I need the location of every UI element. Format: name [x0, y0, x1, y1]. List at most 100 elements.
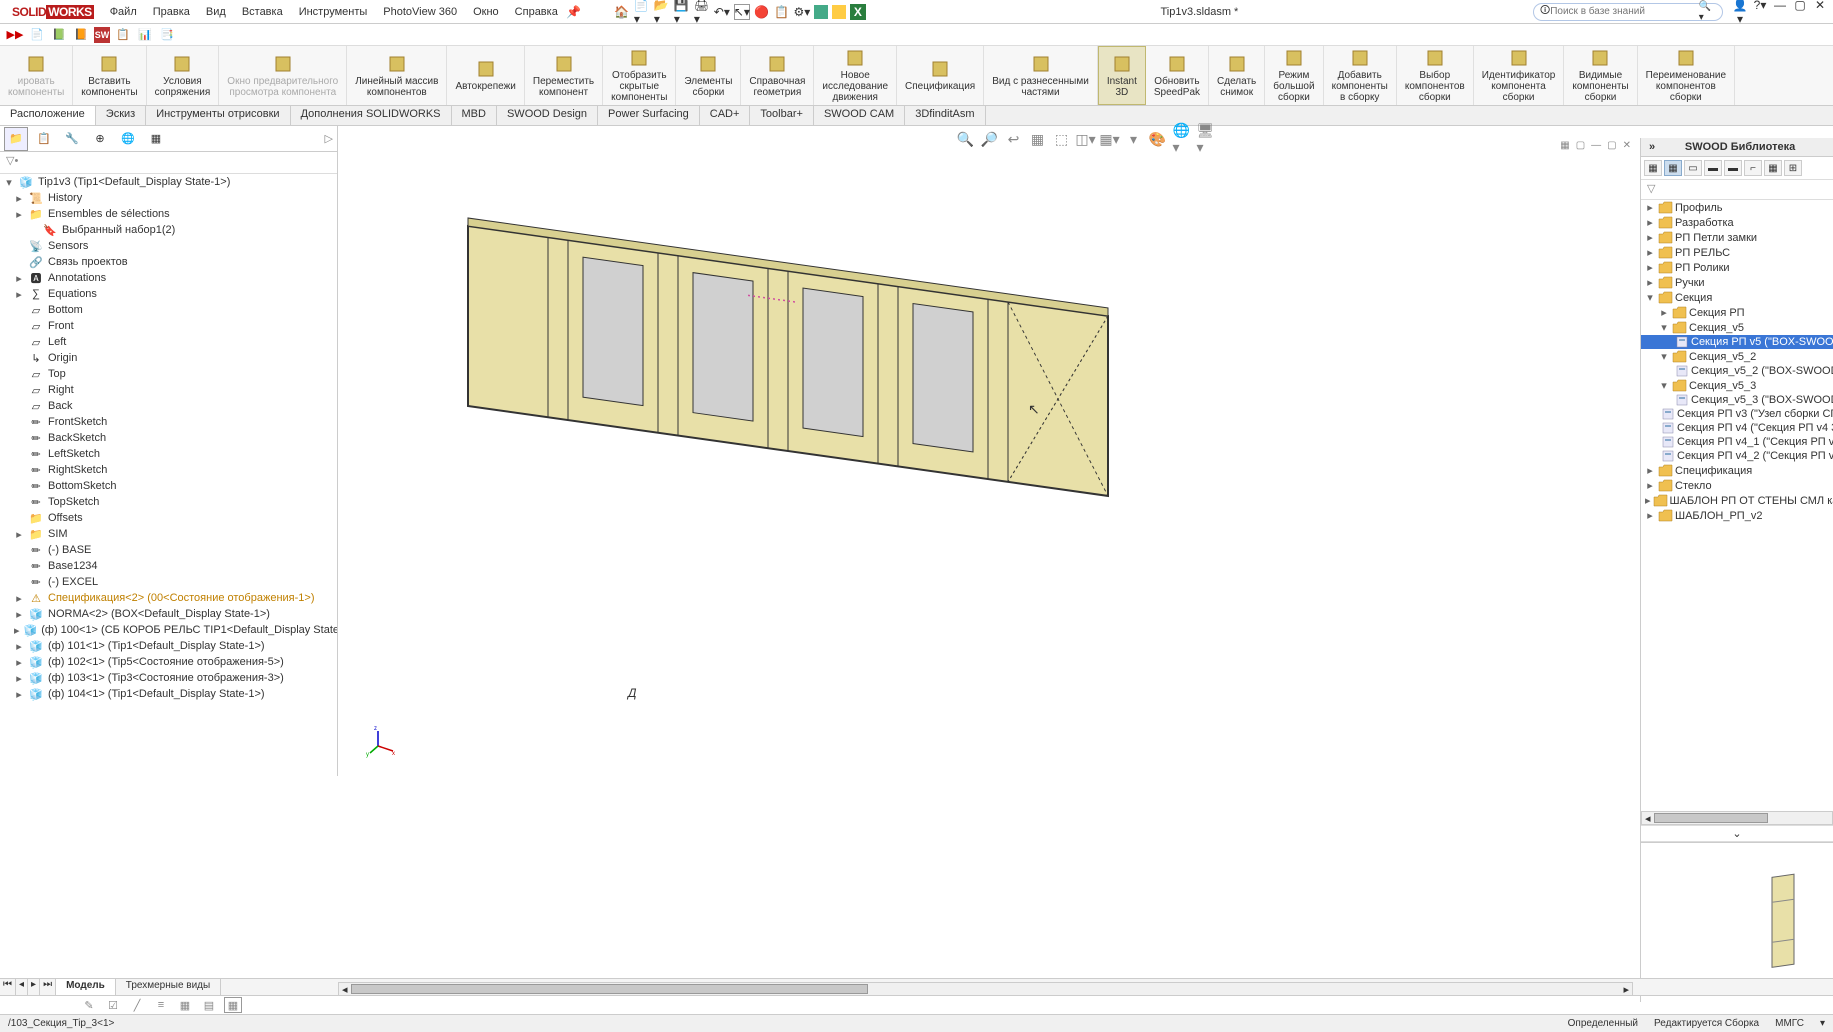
cmdtab--[interactable]: Расположение — [0, 106, 96, 125]
library-item[interactable]: ▾Секция_v5_3 — [1641, 378, 1833, 393]
tree-item[interactable]: ▸🧊NORMA<2> (BOX<Default_Display State-1>… — [0, 606, 337, 622]
ribbon-9[interactable]: Справочная геометрия — [741, 46, 814, 105]
tree-item[interactable]: ✏BottomSketch — [0, 478, 337, 494]
cmdtab-swood-design[interactable]: SWOOD Design — [497, 106, 598, 125]
menu-insert[interactable]: Вставка — [234, 6, 291, 18]
lib-twist-icon[interactable]: ▾ — [1659, 321, 1669, 334]
st-icon-1[interactable]: ✎ — [80, 997, 98, 1013]
lib-twist-icon[interactable]: ▾ — [1659, 350, 1669, 363]
twist-icon[interactable]: ▸ — [14, 608, 24, 621]
tree-item[interactable]: ✏(-) BASE — [0, 542, 337, 558]
ribbon-17[interactable]: Добавить компоненты в сборку — [1324, 46, 1397, 105]
menu-tools[interactable]: Инструменты — [291, 6, 376, 18]
section-view-icon[interactable]: ▦ — [1029, 130, 1047, 148]
motion-first-icon[interactable]: ⏮ — [0, 979, 16, 995]
lib-twist-icon[interactable]: ▸ — [1645, 276, 1655, 289]
panel-expand-icon[interactable]: ▷ — [325, 132, 333, 145]
ribbon-2[interactable]: Условия сопряжения — [147, 46, 220, 105]
color1-icon[interactable] — [814, 5, 828, 19]
view-orient-icon[interactable]: ⬚ — [1053, 130, 1071, 148]
library-filter[interactable]: ▽ — [1641, 180, 1833, 200]
child-window-icon[interactable]: ▢ — [1574, 140, 1587, 151]
zoom-area-icon[interactable]: 🔎 — [981, 130, 999, 148]
view-settings-icon-2[interactable]: 🖥▾ — [1197, 130, 1215, 148]
library-item[interactable]: Секция РП v3 ("Узел сборки СП — [1641, 407, 1833, 421]
lib-twist-icon[interactable]: ▾ — [1645, 291, 1655, 304]
lib-icon-7[interactable]: ▦ — [1764, 160, 1782, 176]
menu-photoview[interactable]: PhotoView 360 — [375, 6, 465, 18]
menu-file[interactable]: Файл — [102, 6, 145, 18]
tb-icon-6[interactable]: 📊 — [136, 26, 154, 44]
view-triad[interactable]: z x y — [368, 726, 398, 756]
library-item[interactable]: ▸Секция РП — [1641, 305, 1833, 320]
tree-item[interactable]: ▱Bottom — [0, 302, 337, 318]
tb-icon-2[interactable]: 📗 — [50, 26, 68, 44]
new-icon[interactable]: 📄▾ — [634, 4, 650, 20]
library-expand-icon[interactable]: » — [1649, 141, 1655, 153]
tree-item[interactable]: ▸🧊(ф) 104<1> (Tip1<Default_Display State… — [0, 686, 337, 702]
library-item[interactable]: Секция_v5_2 ("BOX-SWOOD — [1641, 364, 1833, 378]
cmdtab--[interactable]: Эскиз — [96, 106, 146, 125]
tree-item[interactable]: ▸🧊(ф) 100<1> (СБ КОРОБ РЕЛЬС TIP1<Defaul… — [0, 622, 337, 638]
display-style-icon[interactable]: ◫▾ — [1077, 130, 1095, 148]
lib-icon-6[interactable]: ⌐ — [1744, 160, 1762, 176]
tree-item[interactable]: 🔖Выбранный набор1(2) — [0, 222, 337, 238]
lib-twist-icon[interactable]: ▸ — [1645, 231, 1655, 244]
library-item[interactable]: ▸Стекло — [1641, 478, 1833, 493]
display-tab-icon[interactable]: ⊕ — [88, 127, 112, 151]
library-item[interactable]: ▸РП РЕЛЬС — [1641, 245, 1833, 260]
tree-item[interactable]: ✏RightSketch — [0, 462, 337, 478]
library-collapse-icon[interactable]: ⌄ — [1641, 825, 1833, 842]
print-icon[interactable]: 🖨▾ — [694, 4, 710, 20]
tree-item[interactable]: ▱Back — [0, 398, 337, 414]
settings-icon[interactable]: ⚙▾ — [794, 4, 810, 20]
select-icon[interactable]: ↖▾ — [734, 4, 750, 20]
library-item[interactable]: Секция РП v4 ("Секция РП v4 30 — [1641, 421, 1833, 435]
tree-item[interactable]: ✏FrontSketch — [0, 414, 337, 430]
library-item[interactable]: ▸Спецификация — [1641, 463, 1833, 478]
tree-item[interactable]: ▸🧊(ф) 101<1> (Tip1<Default_Display State… — [0, 638, 337, 654]
library-item[interactable]: ▾Секция — [1641, 290, 1833, 305]
child-minimize-button[interactable]: — — [1589, 140, 1603, 151]
ribbon-16[interactable]: Режим большой сборки — [1265, 46, 1323, 105]
open-icon[interactable]: 📂▾ — [654, 4, 670, 20]
vscroll-thumb[interactable] — [351, 984, 868, 994]
tree-item[interactable]: ✏Base1234 — [0, 558, 337, 574]
hscroll-thumb[interactable] — [1654, 813, 1768, 823]
lib-twist-icon[interactable]: ▸ — [1645, 261, 1655, 274]
graphics-viewport[interactable]: 🔍 🔎 ↩ ▦ ⬚ ◫▾ ▦▾ ▾ 🎨 🌐▾ 🖥▾ — [338, 126, 1833, 776]
ribbon-14[interactable]: Обновить SpeedPak — [1146, 46, 1209, 105]
library-item[interactable]: Секция РП v5 ("BOX-SWOO — [1641, 335, 1833, 349]
lib-icon-1[interactable]: ▦ — [1644, 160, 1662, 176]
tree-item[interactable]: ▸🅰Annotations — [0, 270, 337, 286]
tree-item[interactable]: ✏LeftSketch — [0, 446, 337, 462]
tree-item[interactable]: ▸∑Equations — [0, 286, 337, 302]
tree-item[interactable]: ▸🧊(ф) 103<1> (Tip3<Состояние отображения… — [0, 670, 337, 686]
user-icon[interactable]: 👤▾ — [1731, 0, 1749, 26]
menu-window[interactable]: Окно — [465, 6, 507, 18]
ribbon-18[interactable]: Выбор компонентов сборки — [1397, 46, 1474, 105]
cmdtab-mbd[interactable]: MBD — [452, 106, 497, 125]
child-maximize-button[interactable]: ▢ — [1605, 140, 1618, 151]
ribbon-20[interactable]: Видимые компоненты сборки — [1564, 46, 1637, 105]
library-hscroll[interactable]: ◂ — [1641, 811, 1833, 825]
lib-icon-8[interactable]: ⊞ — [1784, 160, 1802, 176]
cmdtab--[interactable]: Инструменты отрисовки — [146, 106, 290, 125]
cmdtab-swood-cam[interactable]: SWOOD CAM — [814, 106, 905, 125]
tree-item[interactable]: ✏TopSketch — [0, 494, 337, 510]
twist-icon[interactable]: ▸ — [14, 592, 24, 605]
twist-icon[interactable]: ▸ — [14, 288, 24, 301]
options-icon[interactable]: 📋 — [774, 4, 790, 20]
appearance-tab-icon[interactable]: 🌐 — [116, 127, 140, 151]
tree-item[interactable]: ▱Left — [0, 334, 337, 350]
twist-icon[interactable]: ▸ — [14, 672, 24, 685]
library-item[interactable]: ▸РП Петли замки — [1641, 230, 1833, 245]
minimize-button[interactable]: — — [1771, 0, 1789, 26]
lib-twist-icon[interactable]: ▸ — [1645, 494, 1651, 507]
home-icon[interactable]: 🏠 — [614, 4, 630, 20]
library-item[interactable]: ▸ШАБЛОН_РП_v2 — [1641, 508, 1833, 523]
tree-item[interactable]: ▱Top — [0, 366, 337, 382]
ribbon-11[interactable]: Спецификация — [897, 46, 984, 105]
ribbon-4[interactable]: Линейный массив компонентов — [347, 46, 447, 105]
status-menu-icon[interactable]: ▾ — [1820, 1018, 1825, 1029]
